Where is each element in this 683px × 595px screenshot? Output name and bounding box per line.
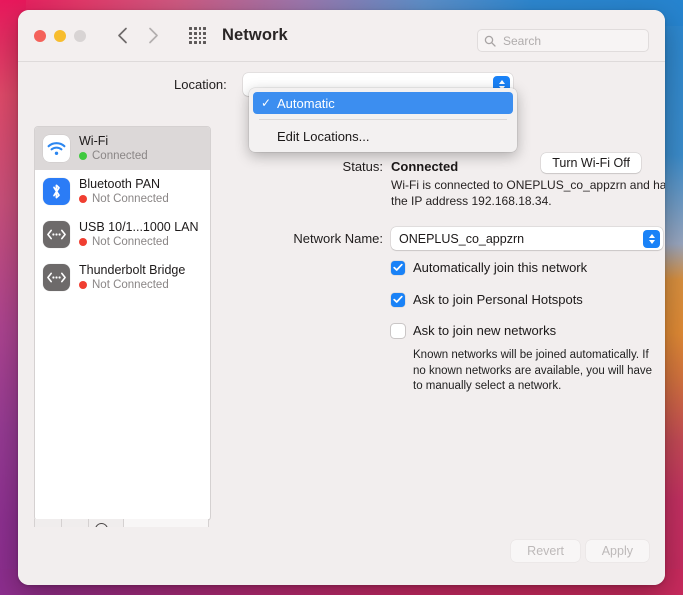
checkbox-help-text: Known networks will be joined automatica… [413, 349, 653, 392]
service-status: Not Connected [79, 192, 169, 207]
sidebar-item-usb-lan[interactable]: USB 10/1...1000 LAN Not Connected [35, 213, 210, 256]
service-status-label: Not Connected [92, 235, 169, 248]
network-name-popup-button[interactable]: ONEPLUS_co_appzrn [391, 227, 663, 250]
menu-item-automatic[interactable]: ✓ Automatic [253, 92, 513, 114]
service-status-label: Not Connected [92, 278, 169, 291]
location-label: Location: [174, 77, 227, 92]
zoom-button [74, 29, 86, 42]
status-dot-icon [79, 195, 87, 203]
sidebar-item-bluetooth-pan[interactable]: Bluetooth PAN Not Connected [35, 170, 210, 213]
ethernet-icon [43, 264, 70, 291]
turn-wifi-off-button[interactable]: Turn Wi-Fi Off [541, 153, 641, 173]
wifi-settings-pane: Status: Connected Turn Wi-Fi Off Wi-Fi i… [223, 126, 665, 541]
back-button[interactable] [112, 26, 132, 46]
window-content: Wi-Fi Connected Bluetooth PAN Not Connec… [18, 112, 665, 585]
network-name-label: Network Name: [293, 231, 383, 246]
service-name: Thunderbolt Bridge [79, 262, 186, 277]
window-titlebar: Network [18, 10, 665, 62]
menu-item-edit-locations[interactable]: Edit Locations... [253, 125, 513, 147]
forward-button[interactable] [143, 26, 163, 46]
checkmark-icon: ✓ [261, 96, 272, 110]
service-status: Not Connected [79, 278, 185, 293]
service-status: Not Connected [79, 235, 199, 250]
search-icon [484, 35, 496, 47]
network-preferences-window: Network Location: [18, 10, 665, 585]
checkmark-icon [391, 292, 405, 307]
wifi-icon [43, 135, 70, 162]
status-label: Status: [342, 159, 383, 174]
status-dot-icon [79, 238, 87, 246]
service-name: Bluetooth PAN [79, 176, 161, 191]
network-services-list[interactable]: Wi-Fi Connected Bluetooth PAN Not Connec… [34, 126, 211, 521]
checkmark-icon [391, 260, 405, 275]
minimize-button[interactable] [54, 29, 66, 42]
checkbox-empty-icon [391, 323, 405, 338]
page-title: Network [222, 26, 288, 44]
apply-button[interactable]: Apply [585, 540, 649, 562]
sidebar-item-thunderbolt-bridge[interactable]: Thunderbolt Bridge Not Connected [35, 256, 210, 299]
status-value: Connected [391, 159, 459, 174]
traffic-lights [34, 29, 86, 42]
menu-item-label: Automatic [277, 95, 335, 111]
window-footer: Revert Apply [18, 527, 665, 585]
ethernet-icon [43, 221, 70, 248]
service-name: Wi-Fi [79, 133, 109, 148]
search-field[interactable] [477, 29, 649, 52]
checkbox-ask-personal-hotspots[interactable]: Ask to join Personal Hotspots [391, 292, 583, 307]
menu-separator [259, 119, 507, 120]
navigation-buttons [112, 26, 163, 46]
network-name-value: ONEPLUS_co_appzrn [399, 231, 525, 246]
service-status-label: Connected [92, 149, 148, 162]
checkbox-label: Automatically join this network [413, 260, 588, 275]
status-dot-icon [79, 281, 87, 289]
bluetooth-icon [43, 178, 70, 205]
service-status: Connected [79, 149, 148, 164]
search-input[interactable] [501, 32, 642, 49]
service-name: USB 10/1...1000 LAN [79, 219, 199, 234]
close-button[interactable] [34, 29, 46, 42]
checkbox-label: Ask to join Personal Hotspots [413, 292, 583, 307]
location-popup-menu[interactable]: ✓ Automatic Edit Locations... [249, 88, 517, 152]
checkbox-ask-new-networks[interactable]: Ask to join new networks [391, 323, 556, 338]
status-dot-icon [79, 152, 87, 160]
menu-item-label: Edit Locations... [277, 128, 370, 144]
revert-button[interactable]: Revert [511, 540, 580, 562]
checkbox-label: Ask to join new networks [413, 323, 557, 338]
show-all-grid-icon[interactable] [189, 27, 206, 44]
status-description: Wi-Fi is connected to ONEPLUS_co_appzrn … [391, 178, 665, 208]
sidebar-item-wifi[interactable]: Wi-Fi Connected [35, 127, 210, 170]
service-status-label: Not Connected [92, 192, 169, 205]
checkbox-auto-join-network[interactable]: Automatically join this network [391, 260, 587, 275]
popup-arrows-icon [643, 229, 660, 248]
